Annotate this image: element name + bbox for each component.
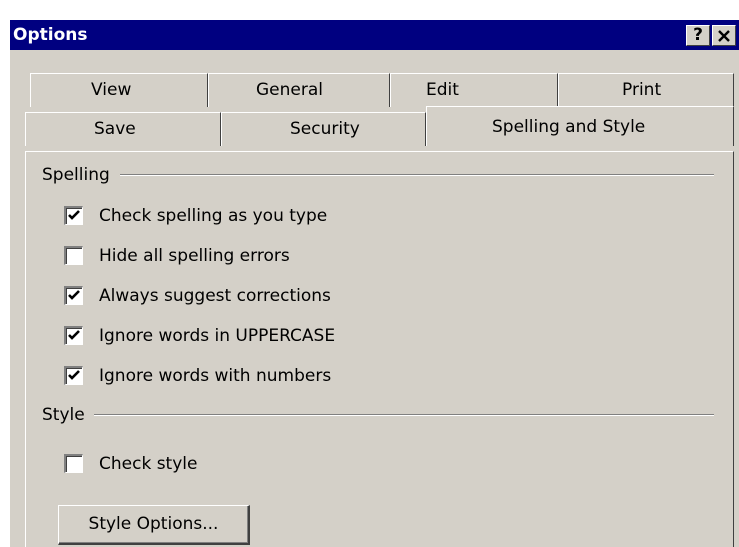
tab-save[interactable]: Save (25, 112, 221, 146)
tab-general-label: General (256, 80, 323, 100)
checkbox[interactable] (64, 366, 83, 385)
tab-security-label: Security (290, 119, 360, 139)
checkbox[interactable] (64, 326, 83, 345)
options-dialog: Options ? View General Edit Print Save S… (10, 20, 739, 547)
checkbox-label: Check spelling as you type (99, 206, 328, 226)
check-spelling-as-you-type-checkbox[interactable]: Check spelling as you type (64, 204, 394, 228)
hide-spelling-errors-checkbox[interactable]: Hide all spelling errors (64, 244, 394, 268)
checkbox-label: Check style (99, 454, 198, 474)
ignore-uppercase-checkbox[interactable]: Ignore words in UPPERCASE (64, 324, 394, 348)
tab-view-label: View (91, 80, 132, 100)
help-button[interactable]: ? (686, 25, 710, 46)
title-bar[interactable]: Options ? (10, 20, 739, 50)
style-options-button[interactable]: Style Options... (58, 505, 250, 545)
tab-spelling-and-style[interactable]: Spelling and Style (426, 106, 734, 146)
close-button[interactable] (712, 25, 736, 46)
spelling-group-label: Spelling (42, 164, 116, 186)
checkbox[interactable] (64, 286, 83, 305)
tab-print[interactable]: Print (558, 73, 734, 107)
checkbox[interactable] (64, 454, 83, 473)
tab-edit-label: Edit (426, 80, 459, 100)
ignore-words-with-numbers-checkbox[interactable]: Ignore words with numbers (64, 364, 394, 388)
style-group-divider (94, 414, 714, 416)
checkbox[interactable] (64, 206, 83, 225)
dialog-title: Options (13, 25, 88, 45)
tab-general[interactable]: General (208, 73, 390, 107)
tab-view[interactable]: View (30, 73, 208, 107)
checkbox-label: Hide all spelling errors (99, 246, 290, 266)
tab-spelling-and-style-label: Spelling and Style (492, 117, 646, 137)
checkbox-label: Ignore words with numbers (99, 366, 332, 386)
checkbox-label: Ignore words in UPPERCASE (99, 326, 336, 346)
always-suggest-corrections-checkbox[interactable]: Always suggest corrections (64, 284, 394, 308)
tab-edit[interactable]: Edit (390, 73, 558, 107)
tab-security[interactable]: Security (221, 112, 426, 146)
checkbox[interactable] (64, 246, 83, 265)
checkmark-icon (68, 330, 80, 340)
close-icon (718, 30, 730, 42)
checkbox-label: Always suggest corrections (99, 286, 331, 306)
checkmark-icon (68, 370, 80, 380)
style-group-label: Style (42, 404, 91, 426)
spelling-group-divider (120, 174, 714, 176)
tab-print-label: Print (622, 80, 662, 100)
checkmark-icon (68, 210, 80, 220)
tab-save-label: Save (94, 119, 136, 139)
checkmark-icon (68, 290, 80, 300)
check-style-checkbox[interactable]: Check style (64, 452, 264, 476)
